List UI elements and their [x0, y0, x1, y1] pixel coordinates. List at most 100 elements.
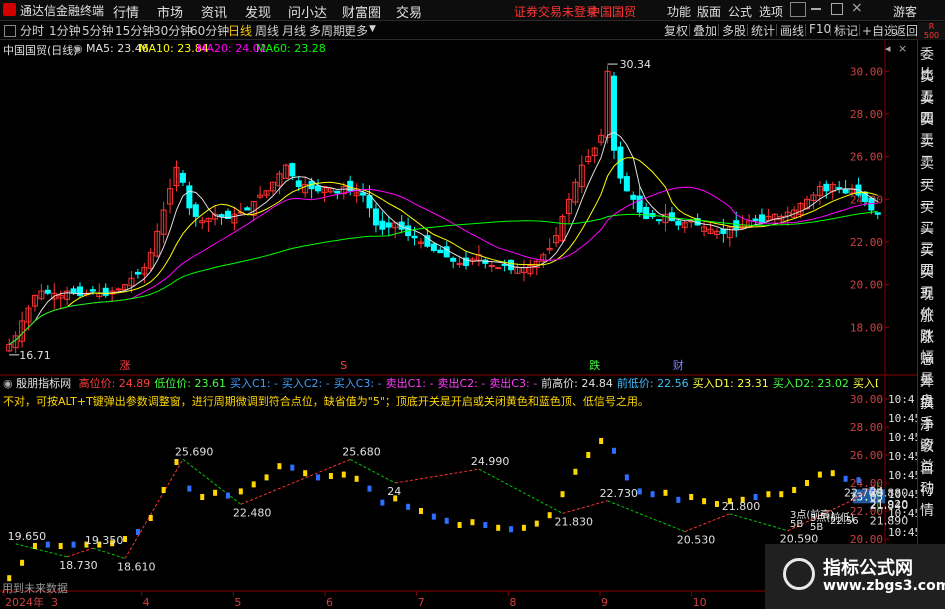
swing-label: 24	[387, 485, 401, 498]
menu-wealth[interactable]: 财富圈	[342, 2, 381, 21]
y-tick-label: 30.00	[850, 393, 883, 406]
candle-body	[643, 206, 650, 220]
signal-bar	[264, 474, 269, 481]
event-marker: 跌	[589, 358, 600, 372]
tab-30min[interactable]: 30分钟	[153, 22, 192, 39]
divider	[747, 24, 748, 36]
tab-monthly[interactable]: 月线	[282, 22, 306, 39]
minimize-icon[interactable]	[811, 8, 821, 10]
adjust-button[interactable]: 复权	[664, 22, 688, 39]
sidebar-item[interactable]: 行情	[920, 480, 945, 520]
statistics-button[interactable]: 统计	[751, 22, 775, 39]
candle-body	[758, 214, 765, 224]
user-guest[interactable]: 游客	[893, 3, 917, 20]
swing-line	[182, 458, 242, 505]
draw-line-button[interactable]: 画线	[780, 22, 804, 39]
tab-60min[interactable]: 60分钟	[190, 22, 229, 39]
f10-button[interactable]: F10	[809, 22, 831, 36]
candle-body	[430, 243, 437, 252]
back-button[interactable]: 返回	[894, 22, 918, 39]
indicator-legend-item: 买入D3: 22.73	[852, 377, 878, 390]
multi-stock-button[interactable]: 多股	[722, 22, 746, 39]
chart-title: 中国国贸(日线)	[3, 44, 78, 57]
signal-bar	[779, 491, 784, 498]
tab-multi-period[interactable]: 多周期	[309, 22, 345, 39]
menu-ask[interactable]: 问小达	[288, 2, 327, 21]
tab-1min[interactable]: 1分钟	[49, 22, 81, 39]
signal-bar	[303, 470, 308, 477]
time-label: 10:45	[888, 412, 917, 425]
overlay-button[interactable]: 叠加	[693, 22, 717, 39]
menu-market[interactable]: 市场	[157, 2, 183, 21]
login-notice[interactable]: 证券交易未登录	[514, 3, 598, 20]
signal-bar	[830, 470, 835, 477]
y-tick-label: 18.00	[850, 321, 883, 334]
signal-bar	[689, 494, 694, 500]
signal-bar	[805, 480, 810, 486]
candle-body	[636, 195, 643, 213]
swing-label: 18.730	[59, 559, 98, 572]
signal-bar	[650, 491, 655, 498]
candle-body	[315, 185, 322, 192]
collapse-icon[interactable]: ◂	[885, 42, 891, 55]
x-tick-label: 8	[509, 596, 516, 609]
signal-bar	[135, 529, 140, 535]
window-icon[interactable]	[4, 25, 16, 37]
tab-intraday[interactable]: 分时	[20, 22, 44, 39]
signal-bar	[599, 438, 604, 444]
candle-body	[610, 75, 617, 151]
candle-body	[874, 212, 881, 215]
kline-chart[interactable]: 30.0028.0026.0024.0022.0020.0018.0030.00…	[0, 40, 917, 609]
overlay-text: 22.56	[830, 516, 859, 527]
signal-bar	[418, 508, 423, 514]
menu-trade[interactable]: 交易	[396, 2, 422, 21]
menu-formula[interactable]: 公式	[728, 3, 752, 20]
candle-body	[668, 212, 675, 222]
signal-bar	[148, 515, 153, 521]
watermark-title: 指标公式网	[823, 558, 913, 579]
menu-options[interactable]: 选项	[759, 3, 783, 20]
swing-label: 24.990	[471, 455, 510, 468]
x-tick-label: 3	[51, 596, 58, 609]
menu-news[interactable]: 资讯	[201, 2, 227, 21]
restore-window-icon[interactable]	[790, 2, 806, 17]
mark-button[interactable]: 标记	[834, 22, 858, 39]
candle-body	[450, 257, 457, 262]
candle-body	[630, 194, 637, 200]
candle-body	[115, 288, 122, 291]
indicator-legend-item: 前低价: 22.56	[616, 377, 689, 390]
tab-weekly[interactable]: 周线	[255, 22, 279, 39]
signal-bar	[161, 487, 166, 493]
indicator-legend-item: 前高价: 24.84	[541, 377, 613, 390]
settings-icon[interactable]: ◉	[3, 377, 13, 390]
close-icon[interactable]: ×	[851, 0, 863, 16]
signal-bar	[702, 498, 707, 505]
candle-body	[218, 214, 225, 217]
menu-function[interactable]: 功能	[667, 3, 691, 20]
signal-bar	[45, 541, 50, 548]
indicator-legend: ◉ 殷朋指标网 高位价: 24.89 低位价: 23.61 买入C1: - 买入C2:…	[3, 375, 878, 391]
close-panel-icon[interactable]: ×	[898, 42, 907, 55]
time-label: 10:45	[888, 526, 917, 539]
menu-layout[interactable]: 版面	[697, 3, 721, 20]
signal-bar	[200, 494, 205, 500]
swing-line	[684, 513, 730, 533]
signal-bar	[380, 499, 385, 506]
maximize-icon[interactable]	[831, 3, 843, 15]
tab-more[interactable]: 更多	[344, 22, 368, 39]
event-marker: 财	[673, 358, 684, 372]
settings-icon[interactable]: ◉	[73, 42, 83, 55]
signal-bar	[431, 513, 436, 520]
tab-daily[interactable]: 日线	[228, 22, 252, 39]
swing-label: 23.880	[870, 487, 909, 500]
tab-15min[interactable]: 15分钟	[115, 22, 154, 39]
menu-quotes[interactable]: 行情	[113, 2, 139, 21]
candle-body	[244, 207, 251, 211]
x-tick-label: 6	[326, 596, 333, 609]
menu-discover[interactable]: 发现	[245, 2, 271, 21]
time-label: 10:45	[888, 431, 917, 444]
tab-5min[interactable]: 5分钟	[82, 22, 114, 39]
more-chevron-icon[interactable]: ▼	[369, 24, 376, 34]
r-badge[interactable]: R 500	[918, 22, 945, 40]
x-tick-label: 9	[601, 596, 608, 609]
